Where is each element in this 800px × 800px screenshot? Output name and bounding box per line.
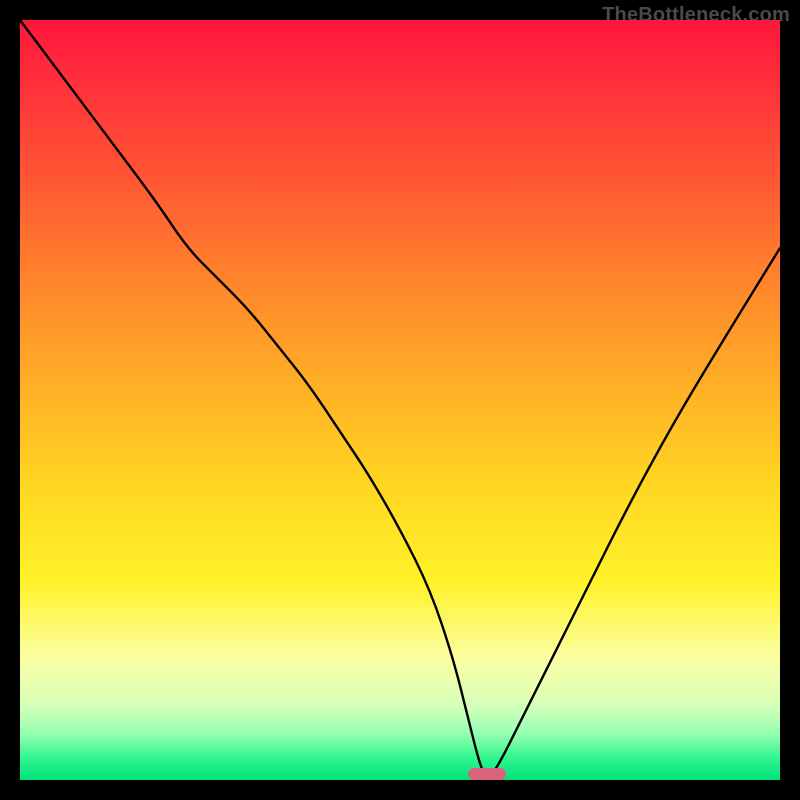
bottleneck-curve [20,20,780,780]
optimal-marker [468,768,506,780]
chart-frame: TheBottleneck.com [0,0,800,800]
plot-area [20,20,780,780]
